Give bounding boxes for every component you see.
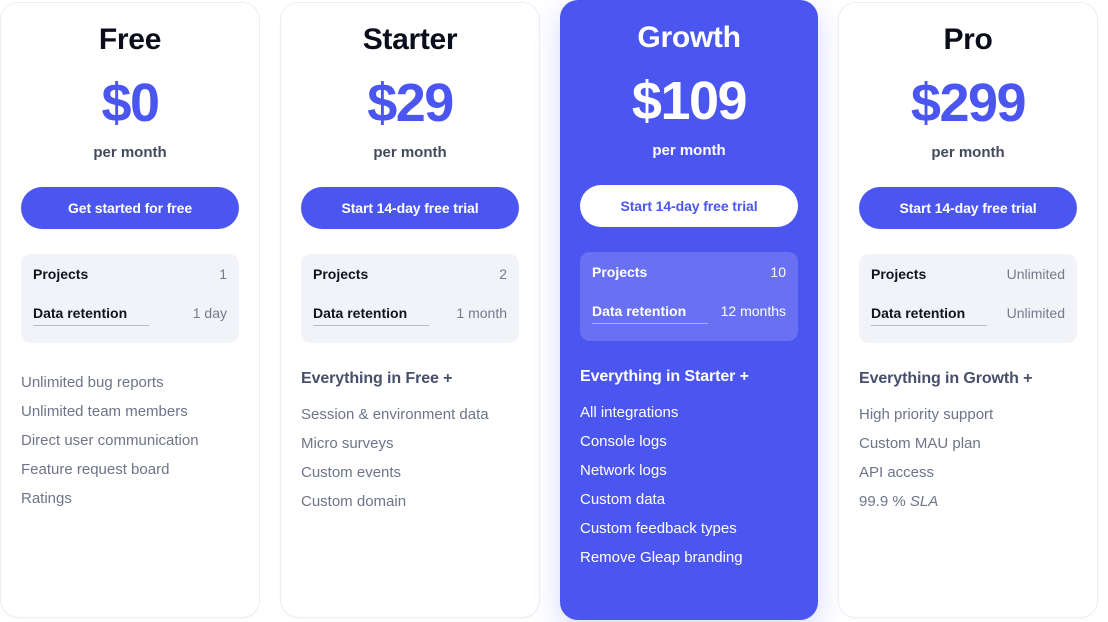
plan-price: $299 (910, 73, 1027, 133)
features-list: Unlimited bug reports Unlimited team mem… (21, 368, 239, 513)
spec-value-projects: Unlimited (1006, 266, 1065, 282)
spec-label-projects: Projects (592, 264, 648, 280)
spec-value-data-retention: 1 month (456, 305, 507, 321)
start-free-trial-button[interactable]: Start 14-day free trial (301, 187, 519, 229)
plan-card-starter: Starter $29 per month Start 14-day free … (280, 2, 540, 618)
plan-spec-box: Projects 2 Data retention 1 month (301, 254, 519, 343)
feature-item: Remove Gleap branding (580, 549, 743, 566)
plan-spec-box: Projects 1 Data retention 1 day (21, 254, 239, 343)
spec-row-data-retention: Data retention 1 day (33, 305, 227, 330)
plan-spec-box: Projects 10 Data retention 12 months (580, 252, 798, 341)
spec-value-projects: 1 (219, 266, 227, 282)
feature-item: Unlimited bug reports (21, 374, 164, 391)
plan-spec-box: Projects Unlimited Data retention Unlimi… (859, 254, 1077, 343)
start-free-trial-button[interactable]: Start 14-day free trial (859, 187, 1077, 229)
spec-label-projects: Projects (871, 266, 927, 282)
spec-row-data-retention: Data retention 12 months (592, 303, 786, 328)
spec-label-data-retention[interactable]: Data retention (871, 305, 988, 326)
spec-value-data-retention: 1 day (192, 305, 227, 321)
plan-features: Everything in Free + Session & environme… (301, 368, 519, 516)
spec-value-projects: 10 (770, 264, 786, 280)
feature-item: Custom data (580, 491, 666, 508)
plan-features: Everything in Growth + High priority sup… (859, 368, 1077, 516)
plan-billing-period: per month (931, 144, 1005, 161)
get-started-button[interactable]: Get started for free (21, 187, 239, 229)
plan-card-pro: Pro $299 per month Start 14-day free tri… (838, 2, 1098, 618)
plan-card-growth: Growth $109 per month Start 14-day free … (560, 0, 818, 620)
spec-label-data-retention[interactable]: Data retention (592, 303, 709, 324)
plan-price: $109 (631, 71, 748, 131)
feature-item: Custom events (301, 464, 402, 481)
plan-price: $0 (101, 73, 160, 133)
feature-item-sla: 99.9 % SLA (859, 493, 939, 510)
feature-item: Custom MAU plan (859, 435, 981, 452)
spec-row-data-retention: Data retention Unlimited (871, 305, 1065, 330)
spec-value-data-retention: Unlimited (1006, 305, 1065, 321)
spec-row-data-retention: Data retention 1 month (313, 305, 507, 330)
plan-billing-period: per month (93, 144, 167, 161)
plan-features: Unlimited bug reports Unlimited team mem… (21, 368, 239, 513)
pricing-plans-grid: Free $0 per month Get started for free P… (0, 0, 1108, 622)
feature-item: Direct user communication (21, 432, 199, 449)
feature-item: High priority support (859, 406, 994, 423)
feature-item: Network logs (580, 462, 667, 479)
spec-value-projects: 2 (499, 266, 507, 282)
spec-row-projects: Projects 1 (33, 266, 227, 291)
feature-item: Session & environment data (301, 406, 489, 423)
feature-item: All integrations (580, 404, 679, 421)
feature-item: Ratings (21, 490, 72, 507)
feature-item: Unlimited team members (21, 403, 188, 420)
feature-item: Micro surveys (301, 435, 394, 452)
spec-label-data-retention[interactable]: Data retention (33, 305, 150, 326)
plan-name: Free (98, 23, 162, 56)
features-list: Session & environment data Micro surveys… (301, 400, 519, 516)
features-list: All integrations Console logs Network lo… (580, 398, 798, 572)
start-free-trial-button[interactable]: Start 14-day free trial (580, 185, 798, 227)
feature-item: Feature request board (21, 461, 170, 478)
features-heading: Everything in Growth + (859, 370, 1033, 387)
plan-price: $29 (367, 73, 454, 133)
plan-billing-period: per month (373, 144, 447, 161)
feature-item: Custom feedback types (580, 520, 737, 537)
plan-name: Pro (943, 23, 993, 56)
spec-value-data-retention: 12 months (720, 303, 786, 319)
spec-label-data-retention[interactable]: Data retention (313, 305, 430, 326)
feature-item: API access (859, 464, 935, 481)
feature-item: Console logs (580, 433, 667, 450)
spec-row-projects: Projects Unlimited (871, 266, 1065, 291)
feature-item: Custom domain (301, 493, 407, 510)
plan-name: Starter (362, 23, 458, 56)
plan-features: Everything in Starter + All integrations… (580, 366, 798, 572)
plan-name: Growth (637, 21, 741, 54)
spec-label-projects: Projects (33, 266, 89, 282)
features-heading: Everything in Starter + (580, 368, 749, 385)
plan-billing-period: per month (652, 142, 726, 159)
features-heading: Everything in Free + (301, 370, 453, 387)
plan-card-free: Free $0 per month Get started for free P… (0, 2, 260, 618)
spec-row-projects: Projects 10 (592, 264, 786, 289)
spec-label-projects: Projects (313, 266, 369, 282)
features-list: High priority support Custom MAU plan AP… (859, 400, 1077, 516)
spec-row-projects: Projects 2 (313, 266, 507, 291)
